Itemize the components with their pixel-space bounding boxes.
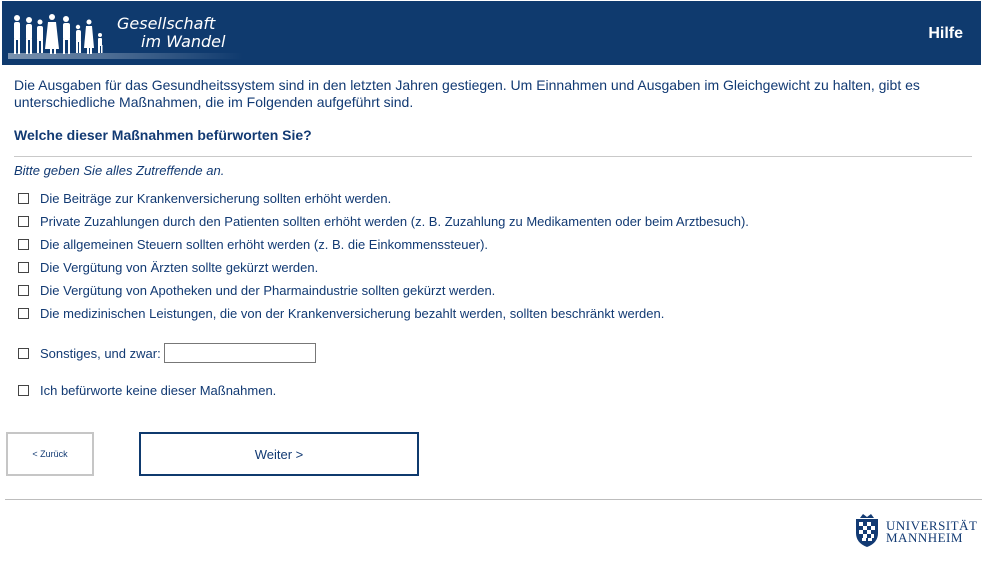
instruction-text: Bitte geben Sie alles Zutreffende an. [14, 163, 225, 178]
header-bar: Gesellschaft im Wandel Hilfe [2, 1, 981, 65]
none-option[interactable]: Ich befürworte keine dieser Maßnahmen. [18, 383, 276, 398]
other-option-label: Sonstiges, und zwar: [40, 345, 161, 361]
option-item[interactable]: Die Beiträge zur Krankenversicherung sol… [18, 191, 391, 206]
option-checkbox[interactable] [18, 193, 29, 204]
option-checkbox[interactable] [18, 239, 29, 250]
help-link[interactable]: Hilfe [928, 25, 963, 43]
option-checkbox[interactable] [18, 262, 29, 273]
option-checkbox[interactable] [18, 216, 29, 227]
university-name-line-2: MANNHEIM [886, 530, 963, 545]
intro-text: Die Ausgaben für das Gesundheitssystem s… [14, 77, 920, 110]
footer-divider [5, 499, 982, 500]
option-checkbox[interactable] [18, 285, 29, 296]
option-label: Die Vergütung von Ärzten sollte gekürzt … [40, 260, 319, 275]
university-wordmark: UNIVERSITÄT MANNHEIM [886, 519, 977, 545]
logo-line-1: Gesellschaft [117, 14, 216, 33]
option-item[interactable]: Die Vergütung von Ärzten sollte gekürzt … [18, 260, 318, 275]
university-seal-icon [856, 514, 878, 547]
other-option[interactable]: Sonstiges, und zwar: [18, 343, 316, 363]
question-title: Welche dieser Maßnahmen befürworten Sie? [14, 127, 312, 143]
option-item[interactable]: Die allgemeinen Steuern sollten erhöht w… [18, 237, 488, 252]
option-label: Die allgemeinen Steuern sollten erhöht w… [40, 237, 489, 252]
logo-line-2: im Wandel [141, 32, 226, 51]
none-option-label: Ich befürworte keine dieser Maßnahmen. [40, 383, 277, 398]
other-option-input[interactable] [163, 343, 316, 363]
next-button[interactable]: Weiter > [139, 432, 419, 476]
option-label: Die medizinischen Leistungen, die von de… [40, 306, 665, 321]
option-label: Die Beiträge zur Krankenversicherung sol… [40, 191, 392, 206]
option-label: Die Vergütung von Apotheken und der Phar… [40, 283, 496, 298]
university-logo: UNIVERSITÄT MANNHEIM [850, 511, 984, 551]
option-item[interactable]: Die medizinischen Leistungen, die von de… [18, 306, 664, 321]
option-checkbox[interactable] [18, 308, 29, 319]
option-item[interactable]: Die Vergütung von Apotheken und der Phar… [18, 283, 495, 298]
option-item[interactable]: Private Zuzahlungen durch den Patienten … [18, 214, 749, 229]
other-option-checkbox[interactable] [18, 347, 29, 359]
back-button[interactable]: < Zurück [6, 432, 94, 476]
option-label: Private Zuzahlungen durch den Patienten … [40, 214, 749, 229]
question-divider [14, 156, 972, 157]
none-option-checkbox[interactable] [18, 385, 29, 396]
logo-wordmark: Gesellschaft im Wandel [117, 15, 225, 51]
